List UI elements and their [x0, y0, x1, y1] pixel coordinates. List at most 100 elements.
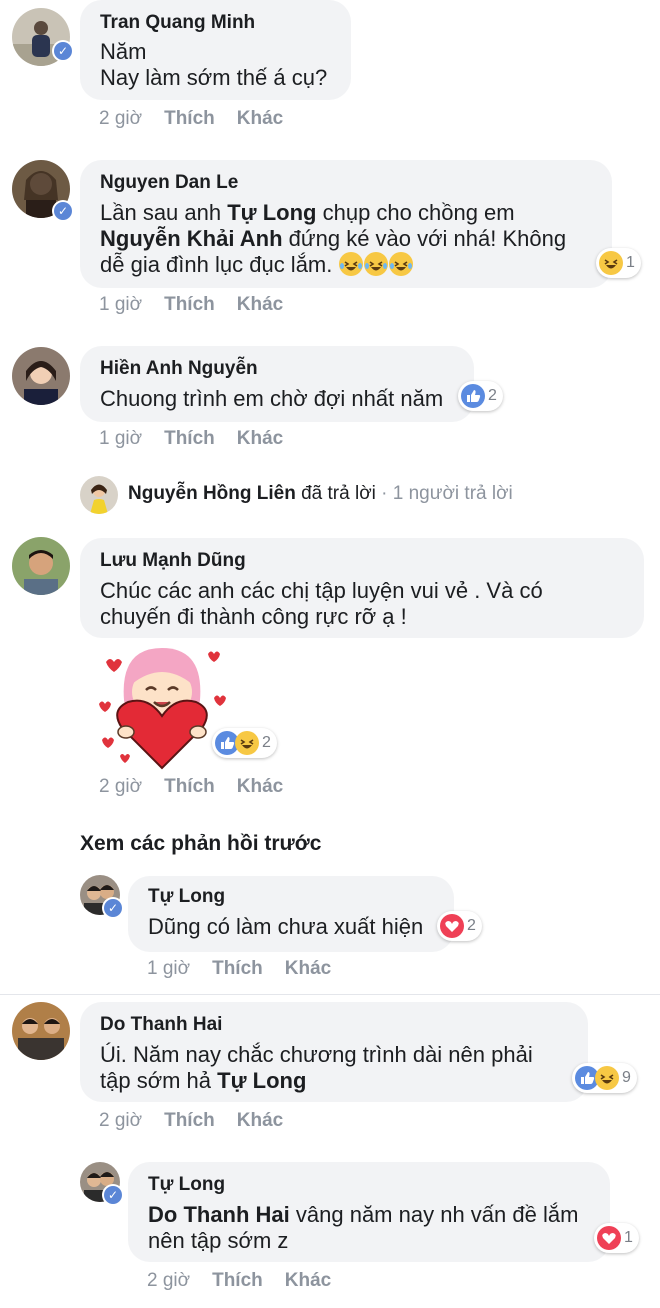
comment-text-line: Chuong trình em chờ đợi nhất năm: [100, 386, 444, 411]
reaction-summary[interactable]: 2: [458, 381, 503, 411]
like-link[interactable]: Thích: [212, 1270, 263, 1291]
reply-bubble: Tự Long Do Thanh Hai vâng năm nay nh vấn…: [128, 1162, 610, 1262]
reaction-count: 2: [467, 917, 476, 934]
avatar-do-thanh-hai[interactable]: [12, 1002, 70, 1060]
like-link[interactable]: Thích: [164, 428, 215, 449]
like-link[interactable]: Thích: [164, 294, 215, 315]
text-segment: đứng ké vào với nhá! Không: [282, 226, 567, 251]
reaction-count: 9: [622, 1069, 631, 1086]
like-link[interactable]: Thích: [212, 958, 263, 979]
timestamp[interactable]: 1 giờ: [147, 958, 190, 979]
more-link[interactable]: Khác: [237, 108, 283, 129]
commenter-name[interactable]: Lưu Mạnh Dũng: [100, 550, 246, 572]
comment-text-line: chuyến đi thành công rực rỡ ạ !: [100, 604, 407, 629]
timestamp[interactable]: 2 giờ: [147, 1270, 190, 1291]
comment-text-line: dễ gia đình lục đục lắm.: [100, 252, 414, 278]
verified-badge-icon: ✓: [52, 200, 74, 222]
reaction-count: 2: [488, 387, 497, 404]
haha-reaction-icon: [599, 251, 623, 275]
more-link[interactable]: Khác: [237, 776, 283, 797]
laughing-tears-emoji-icon: [389, 252, 414, 276]
commenter-name[interactable]: Tự Long: [148, 886, 225, 908]
comment-bubble: Lưu Mạnh Dũng Chúc các anh các chị tập l…: [80, 538, 644, 638]
comment-actions: 2 giờ Thích Khác: [147, 1270, 353, 1292]
comment-text-line: Chúc các anh các chị tập luyện vui vẻ . …: [100, 578, 543, 603]
comment-text-line: Dũng có làm chưa xuất hiện: [148, 914, 424, 939]
timestamp[interactable]: 1 giờ: [99, 428, 142, 449]
comment-bubble: Do Thanh Hai Úi. Năm nay chắc chương trì…: [80, 1002, 588, 1102]
more-link[interactable]: Khác: [237, 294, 283, 315]
comment-bubble: Tran Quang Minh Năm Nay làm sớm thế á cụ…: [80, 0, 351, 100]
haha-reaction-icon: [595, 1066, 619, 1090]
like-reaction-icon: [461, 384, 485, 408]
timestamp[interactable]: 1 giờ: [99, 294, 142, 315]
comment-bubble: Hiền Anh Nguyễn Chuong trình em chờ đợi …: [80, 346, 474, 422]
laughing-tears-emoji-icon: [364, 252, 389, 276]
view-previous-replies-link[interactable]: Xem các phản hồi trước: [80, 832, 321, 856]
comment-bubble: Nguyen Dan Le Lần sau anh Tự Long chụp c…: [80, 160, 612, 288]
haha-reaction-icon: [235, 731, 259, 755]
timestamp[interactable]: 2 giờ: [99, 776, 142, 797]
mention-link[interactable]: Tự Long: [217, 1068, 306, 1093]
reply-bubble: Tự Long Dũng có làm chưa xuất hiện: [128, 876, 454, 952]
mention-link[interactable]: Do Thanh Hai: [148, 1202, 290, 1227]
commenter-name[interactable]: Hiền Anh Nguyễn: [100, 358, 258, 380]
replies-summary-link[interactable]: Nguyễn Hồng Liên đã trả lời · 1 người tr…: [128, 483, 513, 505]
more-link[interactable]: Khác: [237, 428, 283, 449]
timestamp[interactable]: 2 giờ: [99, 1110, 142, 1131]
comment-text-line: Úi. Năm nay chắc chương trình dài nên ph…: [100, 1042, 533, 1067]
comment-text-line: Nay làm sớm thế á cụ?: [100, 65, 328, 90]
comment-actions: 1 giờ Thích Khác: [99, 428, 305, 450]
separator-dot: ·: [375, 483, 393, 504]
reaction-summary[interactable]: 2: [212, 728, 277, 758]
comment-actions: 2 giờ Thích Khác: [99, 108, 305, 130]
verified-badge-icon: ✓: [52, 40, 74, 62]
commenter-name[interactable]: Tự Long: [148, 1174, 225, 1196]
love-reaction-icon: [597, 1226, 621, 1250]
like-link[interactable]: Thích: [164, 108, 215, 129]
avatar-hien-anh-nguyen[interactable]: [12, 347, 70, 405]
love-reaction-icon: [440, 914, 464, 938]
avatar-nguyen-hong-lien[interactable]: [80, 476, 118, 514]
like-link[interactable]: Thích: [164, 776, 215, 797]
more-link[interactable]: Khác: [237, 1110, 283, 1131]
commenter-name[interactable]: Nguyen Dan Le: [100, 172, 238, 194]
text-segment: tập sớm hả: [100, 1068, 218, 1093]
reply-count: 1 người trả lời: [392, 483, 513, 504]
comment-text-line: Do Thanh Hai vâng năm nay nh vấn đề lắm: [148, 1202, 578, 1228]
section-divider: [0, 994, 660, 995]
reaction-summary[interactable]: 2: [437, 911, 482, 941]
comment-text-line: Nguyễn Khải Anh đứng ké vào với nhá! Khô…: [100, 226, 566, 252]
comment-text-line: nên tập sớm z: [148, 1228, 289, 1253]
reaction-count: 1: [624, 1229, 633, 1246]
verified-badge-icon: ✓: [102, 897, 124, 919]
text-segment: dễ gia đình lục đục lắm.: [100, 252, 339, 277]
comment-actions: 2 giờ Thích Khác: [99, 776, 305, 798]
mention-link[interactable]: Nguyễn Khải Anh: [100, 226, 283, 251]
comment-actions: 1 giờ Thích Khác: [147, 958, 353, 980]
reaction-count: 2: [262, 734, 271, 751]
text-segment: vâng năm nay nh vấn đề lắm: [289, 1202, 579, 1227]
mention-link[interactable]: Tự Long: [227, 200, 316, 225]
avatar-luu-manh-dung[interactable]: [12, 537, 70, 595]
text-segment: Lần sau anh: [100, 200, 228, 225]
reply-action-text: đã trả lời: [295, 483, 376, 504]
commenter-name[interactable]: Tran Quang Minh: [100, 12, 255, 34]
reaction-summary[interactable]: 9: [572, 1063, 637, 1093]
comment-text-line: tập sớm hả Tự Long: [100, 1068, 306, 1094]
more-link[interactable]: Khác: [285, 958, 331, 979]
laughing-tears-emoji-icon: [339, 252, 364, 276]
text-segment: chụp cho chồng em: [316, 200, 515, 225]
reaction-count: 1: [626, 254, 635, 271]
verified-badge-icon: ✓: [102, 1184, 124, 1206]
reaction-summary[interactable]: 1: [596, 248, 641, 278]
comment-actions: 1 giờ Thích Khác: [99, 294, 305, 316]
comment-text-line: Lần sau anh Tự Long chụp cho chồng em: [100, 200, 515, 226]
comment-actions: 2 giờ Thích Khác: [99, 1110, 305, 1132]
like-link[interactable]: Thích: [164, 1110, 215, 1131]
reaction-summary[interactable]: 1: [594, 1223, 639, 1253]
timestamp[interactable]: 2 giờ: [99, 108, 142, 129]
commenter-name[interactable]: Do Thanh Hai: [100, 1014, 222, 1036]
replier-name[interactable]: Nguyễn Hồng Liên: [128, 483, 296, 504]
more-link[interactable]: Khác: [285, 1270, 331, 1291]
